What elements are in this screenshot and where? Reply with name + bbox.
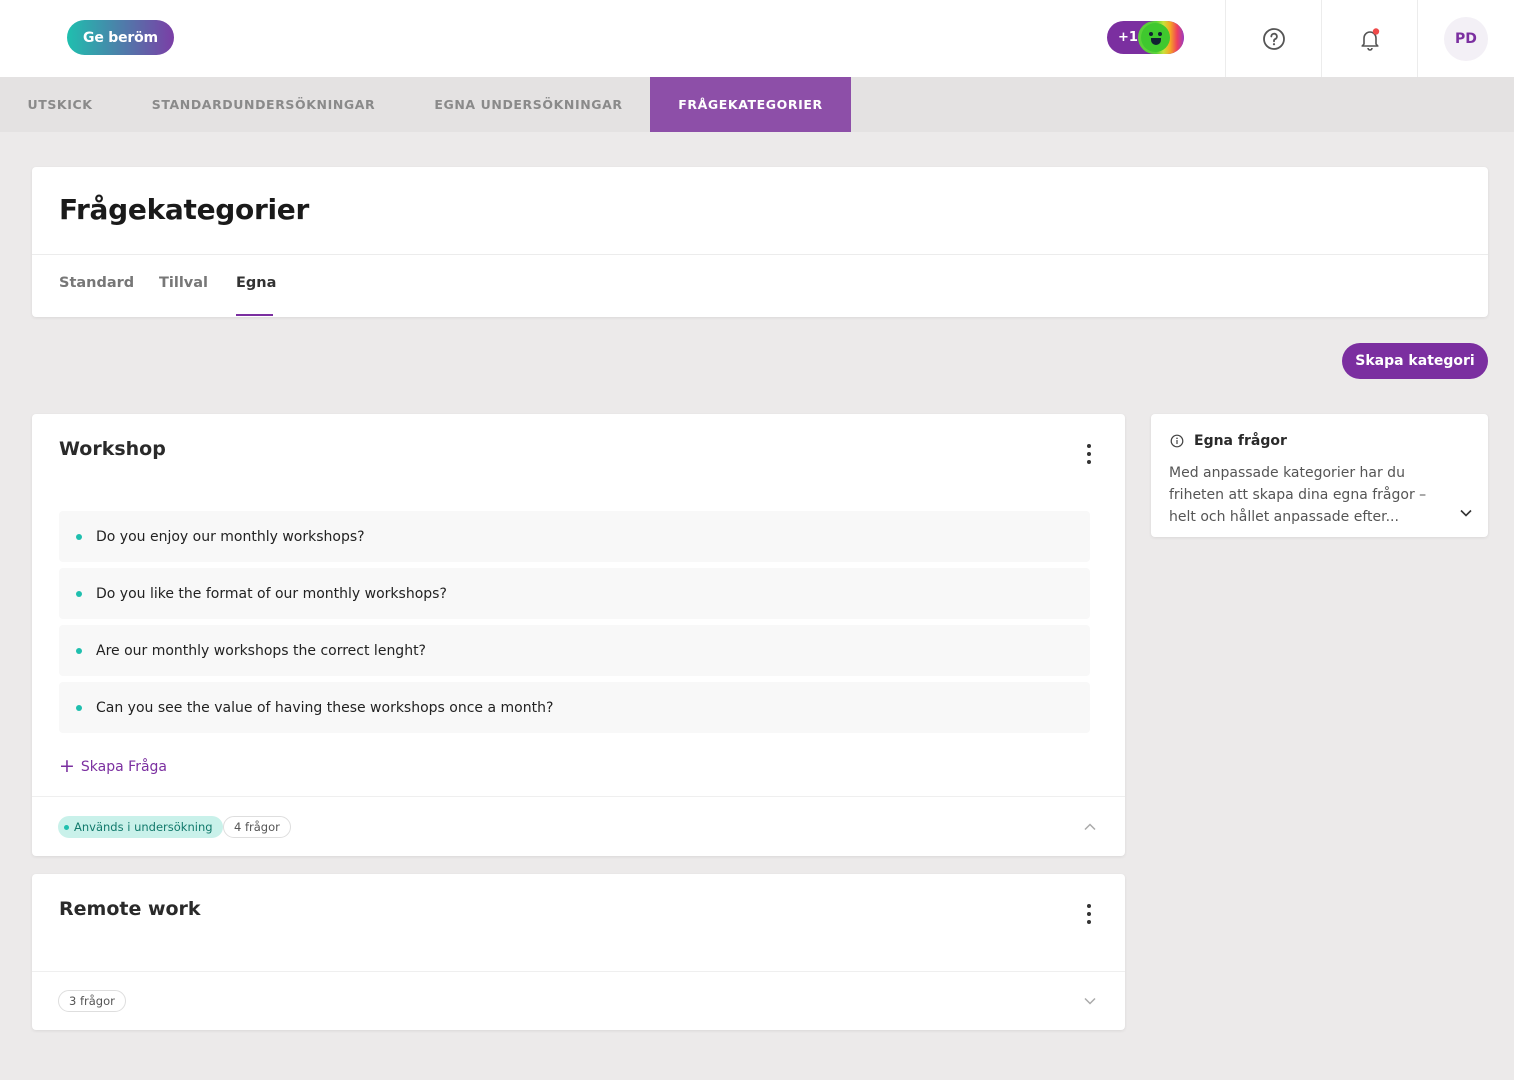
page-header-card: Frågekategorier Standard Tillval Egna	[32, 167, 1488, 317]
subtab-standard[interactable]: Standard	[59, 275, 134, 291]
category-card-remote-work: Remote work 3 frågor	[32, 874, 1125, 1030]
create-question-button[interactable]: + Skapa Fråga	[59, 757, 167, 776]
bullet-icon	[76, 704, 82, 711]
user-menu[interactable]: PD	[1417, 0, 1514, 77]
create-question-label: Skapa Fråga	[80, 758, 167, 775]
used-in-survey-badge: Används i undersökning	[58, 816, 223, 838]
question-item[interactable]: Do you like the format of our monthly wo…	[59, 568, 1090, 619]
plus-icon: +	[59, 755, 75, 777]
give-praise-button[interactable]: Ge beröm	[67, 20, 174, 55]
question-text: Can you see the value of having these wo…	[96, 699, 554, 716]
avatar[interactable]: PD	[1444, 16, 1488, 61]
bullet-icon	[76, 647, 82, 654]
category-title: Remote work	[59, 898, 201, 920]
kudos-button[interactable]: +1	[1107, 21, 1184, 54]
question-item[interactable]: Do you enjoy our monthly workshops?	[59, 511, 1090, 562]
page-title: Frågekategorier	[59, 193, 309, 226]
more-options-icon[interactable]	[1085, 904, 1093, 924]
chevron-down-icon[interactable]	[1459, 508, 1473, 518]
help-button[interactable]	[1225, 0, 1321, 77]
top-bar: Ge beröm +1 PD	[0, 0, 1514, 77]
bell-icon	[1360, 27, 1379, 51]
info-panel: Egna frågor Med anpassade kategorier har…	[1151, 414, 1488, 537]
category-title: Workshop	[59, 438, 166, 460]
divider	[32, 971, 1125, 972]
notifications-button[interactable]	[1321, 0, 1417, 77]
subtab-tillval[interactable]: Tillval	[159, 275, 208, 291]
question-text: Do you enjoy our monthly workshops?	[96, 528, 365, 545]
create-category-button[interactable]: Skapa kategori	[1342, 343, 1488, 379]
divider	[32, 254, 1488, 255]
question-text: Do you like the format of our monthly wo…	[96, 585, 447, 602]
tab-standardundersokningar[interactable]: STANDARDUNDERSÖKNINGAR	[120, 77, 407, 132]
info-panel-title: Egna frågor	[1170, 433, 1287, 449]
info-panel-text: Med anpassade kategorier har du friheten…	[1169, 465, 1427, 525]
category-card-workshop: Workshop Do you enjoy our monthly worksh…	[32, 414, 1125, 856]
info-icon	[1170, 434, 1184, 448]
active-subtab-indicator	[236, 314, 273, 316]
smiley-face-icon	[1138, 21, 1184, 54]
tab-fragekategorier[interactable]: FRÅGEKATEGORIER	[650, 77, 851, 132]
question-item[interactable]: Are our monthly workshops the correct le…	[59, 625, 1090, 676]
kudos-count: +1	[1118, 30, 1138, 45]
more-options-icon[interactable]	[1085, 444, 1093, 464]
bullet-icon	[76, 533, 82, 540]
help-icon	[1262, 27, 1285, 50]
question-count-badge: 4 frågor	[223, 816, 291, 838]
main-nav: UTSKICK STANDARDUNDERSÖKNINGAR EGNA UNDE…	[0, 77, 1514, 132]
chevron-up-icon[interactable]	[1083, 822, 1097, 832]
question-item[interactable]: Can you see the value of having these wo…	[59, 682, 1090, 733]
tab-utskick[interactable]: UTSKICK	[0, 77, 120, 132]
question-count-badge: 3 frågor	[58, 990, 126, 1012]
question-text: Are our monthly workshops the correct le…	[96, 642, 426, 659]
divider	[32, 796, 1125, 797]
bullet-icon	[76, 590, 82, 597]
tab-egna-undersokningar[interactable]: EGNA UNDERSÖKNINGAR	[407, 77, 650, 132]
chevron-down-icon[interactable]	[1083, 996, 1097, 1006]
subtab-egna[interactable]: Egna	[236, 275, 276, 291]
